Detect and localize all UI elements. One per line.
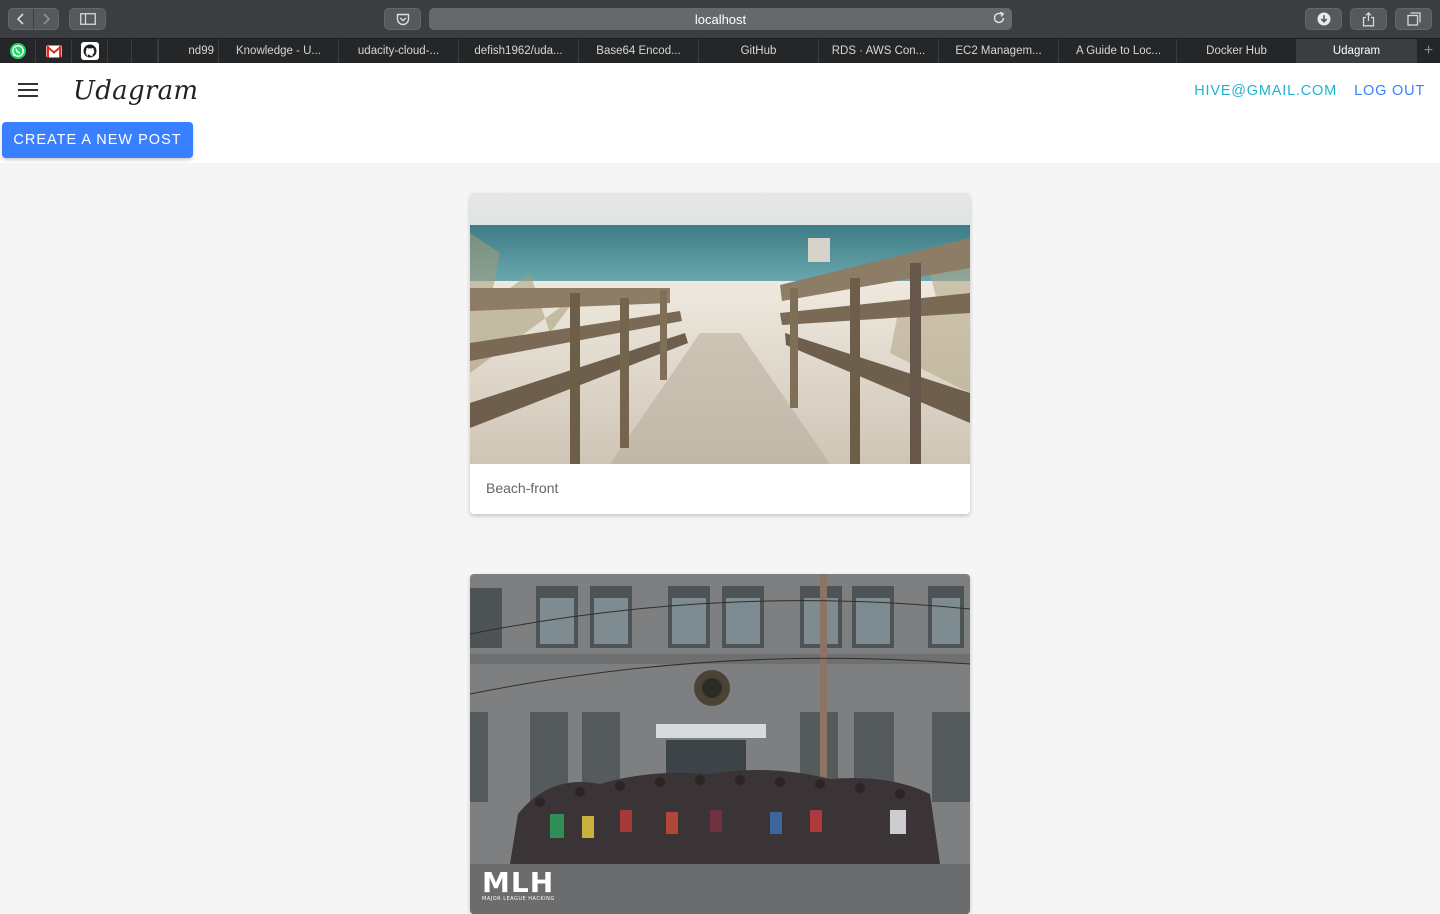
- post-image: [470, 193, 970, 464]
- tab-label: udacity-cloud-...: [357, 45, 440, 57]
- downloads-button[interactable]: [1305, 8, 1342, 30]
- svg-text:MLH: MLH: [482, 866, 554, 899]
- tab-ec2[interactable]: EC2 Managem...: [938, 39, 1058, 63]
- create-post-button[interactable]: CREATE A NEW POST: [2, 122, 193, 158]
- post-image: MLH MAJOR LEAGUE HACKING: [470, 574, 970, 914]
- tab-guide[interactable]: A Guide to Loc...: [1058, 39, 1178, 63]
- github-icon: [80, 42, 99, 60]
- tabs-icon: [1406, 12, 1421, 26]
- forward-button[interactable]: [33, 9, 58, 29]
- tab-defish1962[interactable]: defish1962/uda...: [458, 39, 578, 63]
- tab-label: A Guide to Loc...: [1075, 45, 1162, 57]
- pocket-button[interactable]: [384, 8, 421, 30]
- tab-rds-aws[interactable]: RDS · AWS Con...: [818, 39, 938, 63]
- tab-label: RDS · AWS Con...: [831, 45, 926, 57]
- tab-overview-button[interactable]: [1395, 8, 1432, 30]
- tab-label: nd99: [188, 45, 214, 57]
- tab-label: GitHub: [740, 45, 777, 57]
- tab-knowledge[interactable]: Knowledge - U...: [218, 39, 338, 63]
- feed-post: MLH MAJOR LEAGUE HACKING: [470, 574, 970, 914]
- address-bar[interactable]: localhost: [429, 8, 1012, 30]
- sidebar-icon: [79, 13, 96, 25]
- app-logo[interactable]: Udagram: [73, 76, 198, 106]
- menu-icon[interactable]: [18, 83, 38, 99]
- tab-udacity-cloud[interactable]: udacity-cloud-...: [338, 39, 458, 63]
- post-caption: Beach-front: [486, 480, 559, 496]
- nav-buttons: [8, 8, 59, 30]
- app-header: Udagram HIVE@GMAIL.COM LOG OUT: [0, 63, 1440, 119]
- share-icon: [1362, 11, 1375, 26]
- svg-text:MAJOR LEAGUE HACKING: MAJOR LEAGUE HACKING: [482, 896, 555, 902]
- tab-label: EC2 Managem...: [955, 45, 1042, 57]
- share-button[interactable]: [1350, 8, 1387, 30]
- pinned-tab-empty[interactable]: [132, 39, 158, 63]
- tab-udagram[interactable]: Udagram: [1296, 39, 1416, 63]
- chevron-left-icon: [17, 13, 24, 25]
- pinned-tab-github[interactable]: [72, 39, 108, 63]
- reload-icon[interactable]: [992, 11, 1006, 25]
- whatsapp-icon: [9, 43, 26, 59]
- sidebar-button[interactable]: [69, 8, 106, 30]
- tab-docker-hub[interactable]: Docker Hub: [1176, 39, 1296, 63]
- tab-label: Udagram: [1332, 45, 1381, 57]
- feed-post: Beach-front: [470, 193, 970, 514]
- pinned-tab-whatsapp[interactable]: [0, 39, 36, 63]
- tab-label: Base64 Encod...: [596, 45, 681, 57]
- logout-button[interactable]: LOG OUT: [1354, 83, 1425, 99]
- tab-label: Docker Hub: [1206, 45, 1267, 57]
- tab-github[interactable]: GitHub: [698, 39, 818, 63]
- tab-nd99[interactable]: nd99: [158, 39, 218, 63]
- action-bar: CREATE A NEW POST: [0, 119, 1440, 163]
- pinned-tab-gmail[interactable]: [36, 39, 72, 63]
- tab-base64[interactable]: Base64 Encod...: [578, 39, 698, 63]
- back-button[interactable]: [9, 9, 33, 29]
- plus-icon: +: [1423, 42, 1434, 59]
- tab-label: Knowledge - U...: [235, 45, 321, 57]
- chevron-right-icon: [43, 13, 51, 25]
- download-icon: [1317, 12, 1330, 26]
- pinned-tab-empty[interactable]: [108, 39, 132, 63]
- tab-label: defish1962/uda...: [474, 45, 563, 57]
- tab-strip: nd99 Knowledge - U... udacity-cloud-... …: [0, 38, 1440, 63]
- gmail-icon: [45, 45, 62, 57]
- new-tab-button[interactable]: +: [1416, 39, 1440, 63]
- browser-toolbar: localhost: [0, 0, 1440, 38]
- user-email-link[interactable]: HIVE@GMAIL.COM: [1194, 83, 1337, 99]
- pocket-icon: [396, 13, 409, 25]
- url-text: localhost: [694, 11, 747, 27]
